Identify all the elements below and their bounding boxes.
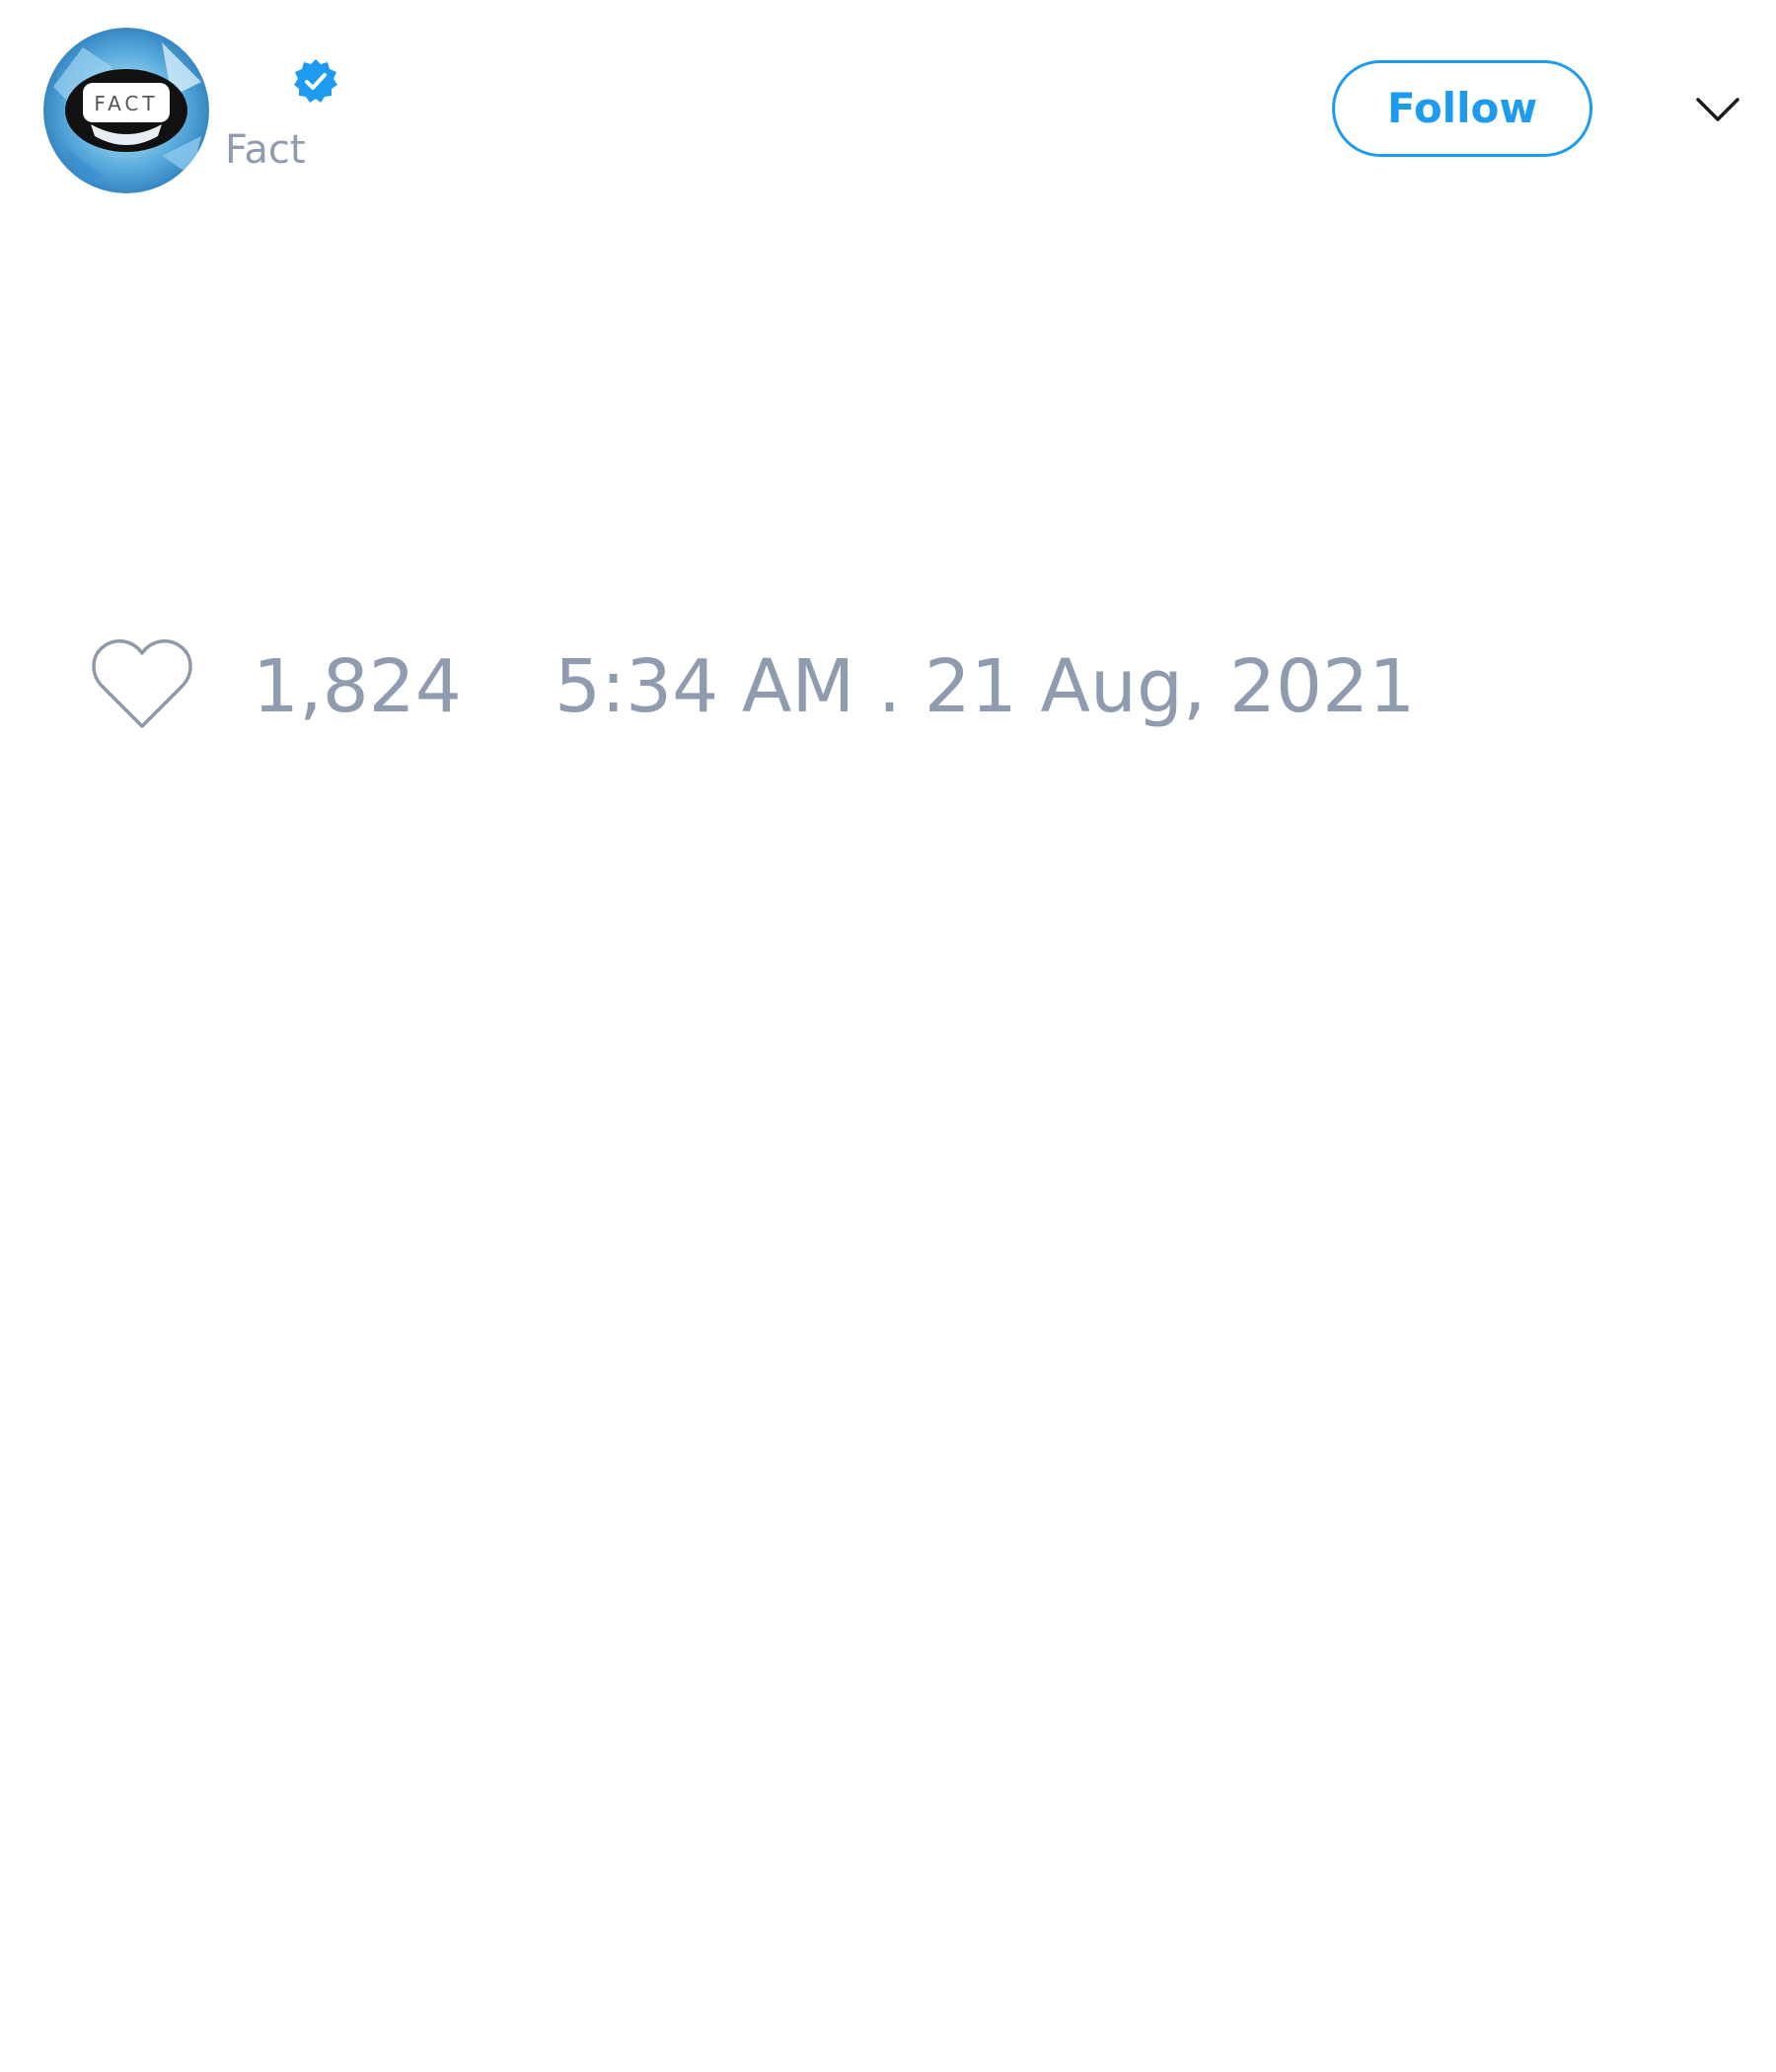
author-handle[interactable]: Fact (225, 126, 306, 174)
chevron-down-shape (1696, 98, 1739, 121)
tweet-meta-row: 1,824 5:34 AM . 21 Aug, 2021 (0, 631, 1776, 740)
verified-badge-icon (292, 57, 339, 105)
tweet-header: FACT Fact Follow (0, 0, 1776, 217)
heart-outline-icon[interactable] (89, 637, 195, 732)
tweet-timestamp[interactable]: 5:34 AM . 21 Aug, 2021 (555, 645, 1415, 728)
fact-logo-avatar-icon: FACT (43, 28, 209, 193)
like-count: 1,824 (253, 644, 462, 729)
verified-badge-shape (294, 59, 337, 103)
follow-button[interactable]: Follow (1332, 60, 1592, 157)
heart-outline-shape (92, 639, 192, 728)
tweet-embed: FACT Fact Follow 1,824 5:34 AM . 21 Aug,… (0, 0, 1776, 2072)
chevron-down-icon[interactable] (1695, 95, 1740, 124)
avatar-logo-text: FACT (94, 92, 158, 115)
author-avatar[interactable]: FACT (43, 28, 209, 193)
